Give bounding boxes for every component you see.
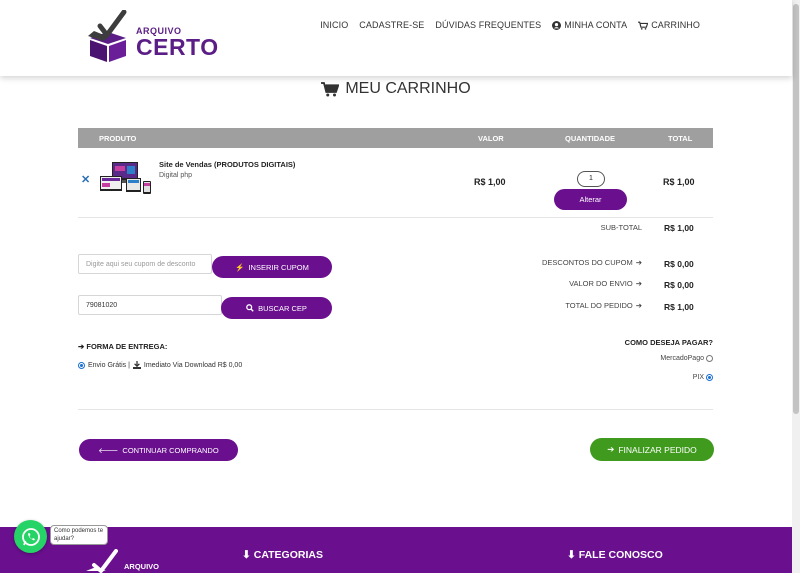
- divider: [78, 409, 713, 410]
- nav-inicio[interactable]: INICIO: [320, 20, 348, 30]
- delivery-title: ➔ FORMA DE ENTREGA:: [78, 342, 167, 351]
- subtotal-label: SUB-TOTAL: [600, 223, 642, 232]
- nav-carrinho-label: CARRINHO: [651, 20, 700, 30]
- payment-mercadopago-radio[interactable]: [706, 355, 713, 362]
- continue-shopping-button[interactable]: 🡐 CONTINUAR COMPRANDO: [79, 439, 238, 461]
- shipping-value: R$ 0,00: [664, 280, 694, 290]
- nav-carrinho[interactable]: CARRINHO: [638, 20, 700, 30]
- cart-icon: [638, 21, 649, 30]
- arrow-down-icon: ⬇: [567, 549, 576, 561]
- box-check-logo-icon: [88, 10, 127, 62]
- page-title: MEU CARRINHO: [0, 80, 792, 98]
- cep-input[interactable]: 79081020: [78, 295, 222, 315]
- bolt-icon: ⚡: [235, 262, 245, 272]
- continue-shopping-label: CONTINUAR COMPRANDO: [122, 445, 219, 455]
- cart-table-header: PRODUTO VALOR QUANTIDADE TOTAL: [78, 128, 713, 148]
- finalize-order-label: FINALIZAR PEDIDO: [618, 444, 697, 455]
- delivery-radio[interactable]: [78, 361, 85, 369]
- page-scrollbar[interactable]: [792, 0, 800, 573]
- quantity-input[interactable]: 1: [577, 171, 605, 187]
- discount-value: R$ 0,00: [664, 259, 694, 269]
- product-thumbnail: [100, 162, 152, 196]
- whatsapp-bubble[interactable]: Como podemos te ajudar?: [50, 525, 108, 545]
- product-total: R$ 1,00: [663, 177, 695, 187]
- payment-title: COMO DESEJA PAGAR?: [624, 338, 713, 347]
- col-quantidade: QUANTIDADE: [565, 134, 615, 143]
- insert-coupon-button[interactable]: ⚡ INSERIR CUPOM: [212, 256, 332, 278]
- page-title-text: MEU CARRINHO: [345, 80, 471, 97]
- nav-cadastre-se[interactable]: CADASTRE-SE: [359, 20, 424, 30]
- insert-coupon-label: INSERIR CUPOM: [248, 262, 309, 272]
- download-icon: [132, 361, 141, 369]
- nav-cadastre-label: CADASTRE-SE: [359, 20, 425, 30]
- subtotal-value: R$ 1,00: [664, 223, 694, 233]
- col-produto: PRODUTO: [99, 134, 137, 143]
- payment-pix-radio[interactable]: [706, 374, 713, 381]
- arrow-right-icon: ➔: [635, 279, 642, 288]
- whatsapp-icon: [21, 527, 40, 546]
- order-total-value: R$ 1,00: [664, 302, 694, 312]
- remove-item-icon[interactable]: ✕: [81, 173, 90, 186]
- scrollbar-thumb[interactable]: [793, 4, 799, 414]
- divider: [78, 217, 713, 218]
- arrow-left-icon: 🡐: [98, 445, 119, 455]
- site-logo[interactable]: ARQUIVO CERTO: [86, 10, 226, 66]
- col-valor: VALOR: [478, 134, 504, 143]
- search-icon: [246, 304, 254, 312]
- footer-contact: ⬇ FALE CONOSCO: [567, 549, 663, 561]
- delivery-option-b: Imediato Via Download R$ 0,00: [143, 361, 243, 369]
- cart-icon: [321, 82, 340, 97]
- footer-logo-text: ARQUIVO: [124, 562, 160, 571]
- footer-contact-label: FALE CONOSCO: [578, 549, 663, 561]
- footer-categories-label: CATEGORIAS: [253, 549, 323, 561]
- search-cep-button[interactable]: BUSCAR CEP: [221, 297, 332, 319]
- discount-label: DESCONTOS DO CUPOM: [542, 258, 633, 267]
- arrow-right-icon: ➔: [635, 301, 642, 310]
- delivery-option-a: Envio Grátis |: [88, 361, 130, 369]
- arrow-down-icon: ⬇: [242, 549, 251, 561]
- finalize-order-button[interactable]: ➔ FINALIZAR PEDIDO: [590, 438, 714, 461]
- discount-row-label: DESCONTOS DO CUPOM ➔: [542, 258, 642, 267]
- search-cep-label: BUSCAR CEP: [258, 303, 307, 313]
- payment-option-pix[interactable]: PIX: [693, 374, 713, 381]
- user-circle-icon: [552, 20, 562, 30]
- delivery-option[interactable]: Envio Grátis | Imediato Via Download R$ …: [78, 361, 242, 369]
- main-nav: INICIO CADASTRE-SE DÚVIDAS FREQUENTES MI…: [320, 20, 700, 30]
- col-total: TOTAL: [668, 134, 693, 143]
- site-header: ARQUIVO CERTO INICIO CADASTRE-SE DÚVIDAS…: [0, 0, 792, 76]
- product-name[interactable]: Site de Vendas (PRODUTOS DIGITAIS): [159, 160, 295, 169]
- delivery-title-text: FORMA DE ENTREGA:: [86, 342, 168, 351]
- arrow-right-icon: ➔: [635, 258, 642, 267]
- nav-minha-conta[interactable]: MINHA CONTA: [552, 20, 627, 30]
- box-check-logo-icon: [86, 549, 118, 573]
- nav-inicio-label: INICIO: [320, 20, 349, 30]
- footer-categories: ⬇ CATEGORIAS: [242, 549, 323, 561]
- payment-pix-label: PIX: [692, 374, 704, 381]
- arrow-right-icon: ➔: [78, 342, 85, 351]
- product-price: R$ 1,00: [474, 177, 506, 187]
- payment-mercadopago-label: MercadoPago: [660, 355, 704, 362]
- shipping-row-label: VALOR DO ENVIO ➔: [569, 279, 642, 288]
- payment-option-mercadopago[interactable]: MercadoPago: [660, 355, 713, 362]
- whatsapp-button[interactable]: [14, 520, 47, 553]
- order-total-label: TOTAL DO PEDIDO: [565, 301, 633, 310]
- nav-minha-conta-label: MINHA CONTA: [564, 20, 628, 30]
- coupon-input[interactable]: Digite aqui seu cupom de desconto: [78, 254, 212, 274]
- order-total-row-label: TOTAL DO PEDIDO ➔: [565, 301, 642, 310]
- nav-duvidas-label: DÚVIDAS FREQUENTES: [435, 20, 542, 30]
- arrow-right-icon: ➔: [607, 444, 615, 454]
- shipping-label: VALOR DO ENVIO: [569, 279, 633, 288]
- logo-big-text: CERTO: [136, 34, 219, 60]
- product-subtitle: Digital php: [159, 172, 193, 179]
- nav-duvidas[interactable]: DÚVIDAS FREQUENTES: [435, 20, 541, 30]
- site-footer: ARQUIVO ⬇ CATEGORIAS ⬇ FALE CONOSCO: [0, 527, 792, 573]
- update-quantity-button[interactable]: Alterar: [554, 189, 627, 210]
